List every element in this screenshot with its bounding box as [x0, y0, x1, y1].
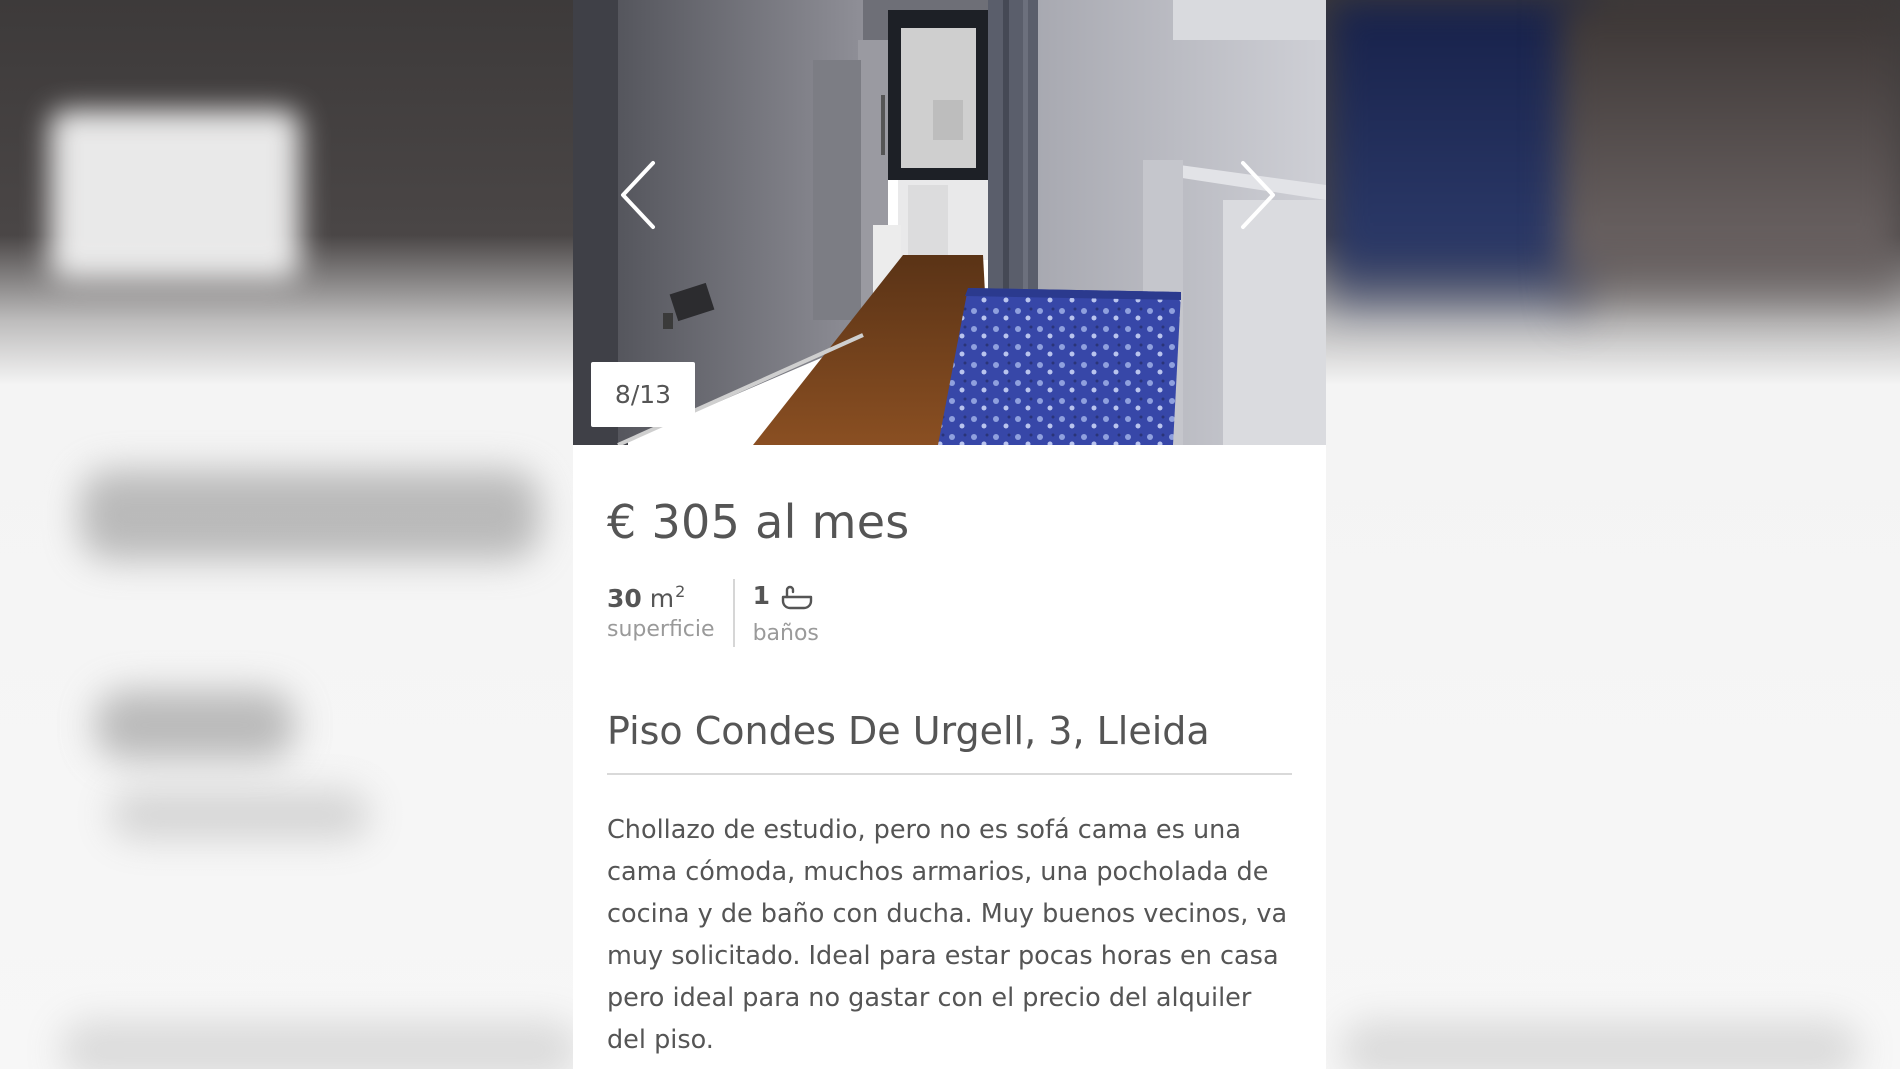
listing-description: Chollazo de estudio, pero no es sofá cam… [607, 815, 1288, 1055]
blurred-background-dark-panel [1560, 0, 1900, 330]
chevron-left-icon [621, 161, 655, 229]
listing-price: € 305 al mes [607, 495, 910, 549]
bathtub-icon [780, 585, 814, 617]
listing-info: € 305 al mes 30 m2 superficie 1 baños Pi… [573, 495, 1326, 1061]
surface-feature: 30 m2 superficie [607, 579, 715, 647]
blurred-background-text [110, 790, 370, 840]
baths-feature: 1 baños [753, 579, 819, 647]
surface-label: superficie [607, 617, 715, 642]
surface-value: 30 [607, 584, 642, 613]
baths-value: 1 [752, 580, 770, 610]
listing-card: 8/13 € 305 al mes 30 m2 superficie 1 bañ… [573, 0, 1326, 1069]
surface-unit: m [649, 584, 675, 613]
blurred-background-text [80, 470, 540, 560]
blurred-background-white-box [50, 110, 300, 280]
next-photo-button[interactable] [1223, 155, 1283, 235]
blurred-background-blue-panel [1330, 0, 1590, 330]
photo-counter: 8/13 [591, 362, 695, 427]
listing-address: Piso Condes De Urgell, 3, Lleida [607, 709, 1292, 775]
blurred-background-text [95, 690, 295, 760]
blurred-background-text [60, 1020, 580, 1069]
features-divider [732, 579, 735, 647]
baths-label: baños [752, 620, 819, 646]
blurred-background-text [1340, 1020, 1860, 1069]
baths-value-row: 1 [753, 581, 819, 617]
listing-photo[interactable]: 8/13 [573, 0, 1326, 445]
chevron-right-icon [1241, 161, 1275, 229]
listing-features: 30 m2 superficie 1 baños [607, 579, 1292, 647]
previous-photo-button[interactable] [613, 155, 673, 235]
surface-value-row: 30 m2 [607, 582, 715, 614]
surface-unit-exponent: 2 [675, 582, 686, 601]
